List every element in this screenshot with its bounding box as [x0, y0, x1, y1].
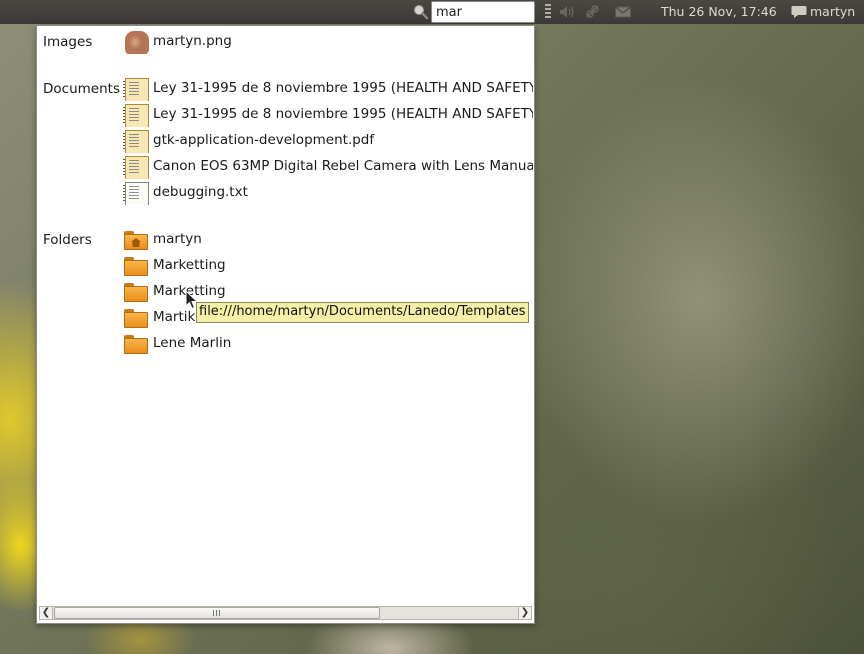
- top-panel: Thu 26 Nov, 17:46 martyn: [0, 0, 864, 24]
- section-title-folders: Folders: [43, 232, 92, 248]
- result-item-folder[interactable]: martyn: [123, 228, 533, 252]
- result-item-folder[interactable]: Lene Marlin: [123, 332, 533, 356]
- search-results-window: Images martyn.png Documents Ley 31-1995 …: [36, 25, 535, 624]
- search-icon[interactable]: [413, 4, 429, 20]
- scroll-right-arrow-icon[interactable]: ❯: [518, 607, 531, 619]
- panel-grip[interactable]: [545, 4, 551, 20]
- result-label: Ley 31-1995 de 8 noviembre 1995 (HEALTH …: [153, 80, 533, 96]
- mail-icon[interactable]: [614, 4, 632, 20]
- document-icon: [123, 78, 149, 101]
- scroll-left-arrow-icon[interactable]: ❮: [40, 607, 53, 619]
- volume-icon[interactable]: [558, 4, 576, 20]
- result-label: Ley 31-1995 de 8 noviembre 1995 (HEALTH …: [153, 106, 533, 122]
- document-icon: [123, 130, 149, 153]
- search-input[interactable]: [431, 1, 535, 23]
- result-label: Martik: [153, 309, 196, 325]
- horizontal-scrollbar[interactable]: ❮ ❯: [39, 606, 532, 620]
- mouse-cursor-icon: [185, 290, 199, 310]
- section-title-documents: Documents: [43, 81, 120, 97]
- result-item-image[interactable]: martyn.png: [123, 30, 533, 54]
- chat-icon[interactable]: [791, 5, 807, 19]
- user-menu[interactable]: martyn: [810, 4, 855, 19]
- section-title-images: Images: [43, 34, 93, 50]
- document-icon: [123, 104, 149, 127]
- scrollbar-thumb[interactable]: [54, 607, 380, 619]
- folder-icon: [124, 257, 148, 278]
- result-label: Marketting: [153, 257, 226, 273]
- result-item-document[interactable]: debugging.txt: [123, 181, 533, 205]
- result-item-folder[interactable]: Marketting: [123, 254, 533, 278]
- result-label: Canon EOS 63MP Digital Rebel Camera with…: [153, 158, 533, 174]
- folder-icon: [124, 309, 148, 330]
- result-label: debugging.txt: [153, 184, 248, 200]
- folder-icon: [124, 335, 148, 356]
- result-label: gtk-application-development.pdf: [153, 132, 375, 148]
- result-item-document[interactable]: gtk-application-development.pdf: [123, 129, 533, 153]
- result-label: martyn: [153, 231, 202, 247]
- home-folder-icon: [124, 231, 148, 252]
- result-label: Lene Marlin: [153, 335, 232, 351]
- clock[interactable]: Thu 26 Nov, 17:46: [661, 4, 777, 19]
- result-label: martyn.png: [153, 33, 232, 49]
- result-item-document[interactable]: Canon EOS 63MP Digital Rebel Camera with…: [123, 155, 533, 179]
- result-item-document[interactable]: Ley 31-1995 de 8 noviembre 1995 (HEALTH …: [123, 77, 533, 101]
- network-icon[interactable]: [584, 4, 602, 20]
- document-icon: [123, 156, 149, 179]
- avatar-icon: [125, 31, 149, 54]
- folder-icon: [124, 283, 148, 304]
- path-tooltip: file:///home/martyn/Documents/Lanedo/Tem…: [196, 302, 529, 323]
- result-item-document[interactable]: Ley 31-1995 de 8 noviembre 1995 (HEALTH …: [123, 103, 533, 127]
- text-file-icon: [123, 182, 149, 205]
